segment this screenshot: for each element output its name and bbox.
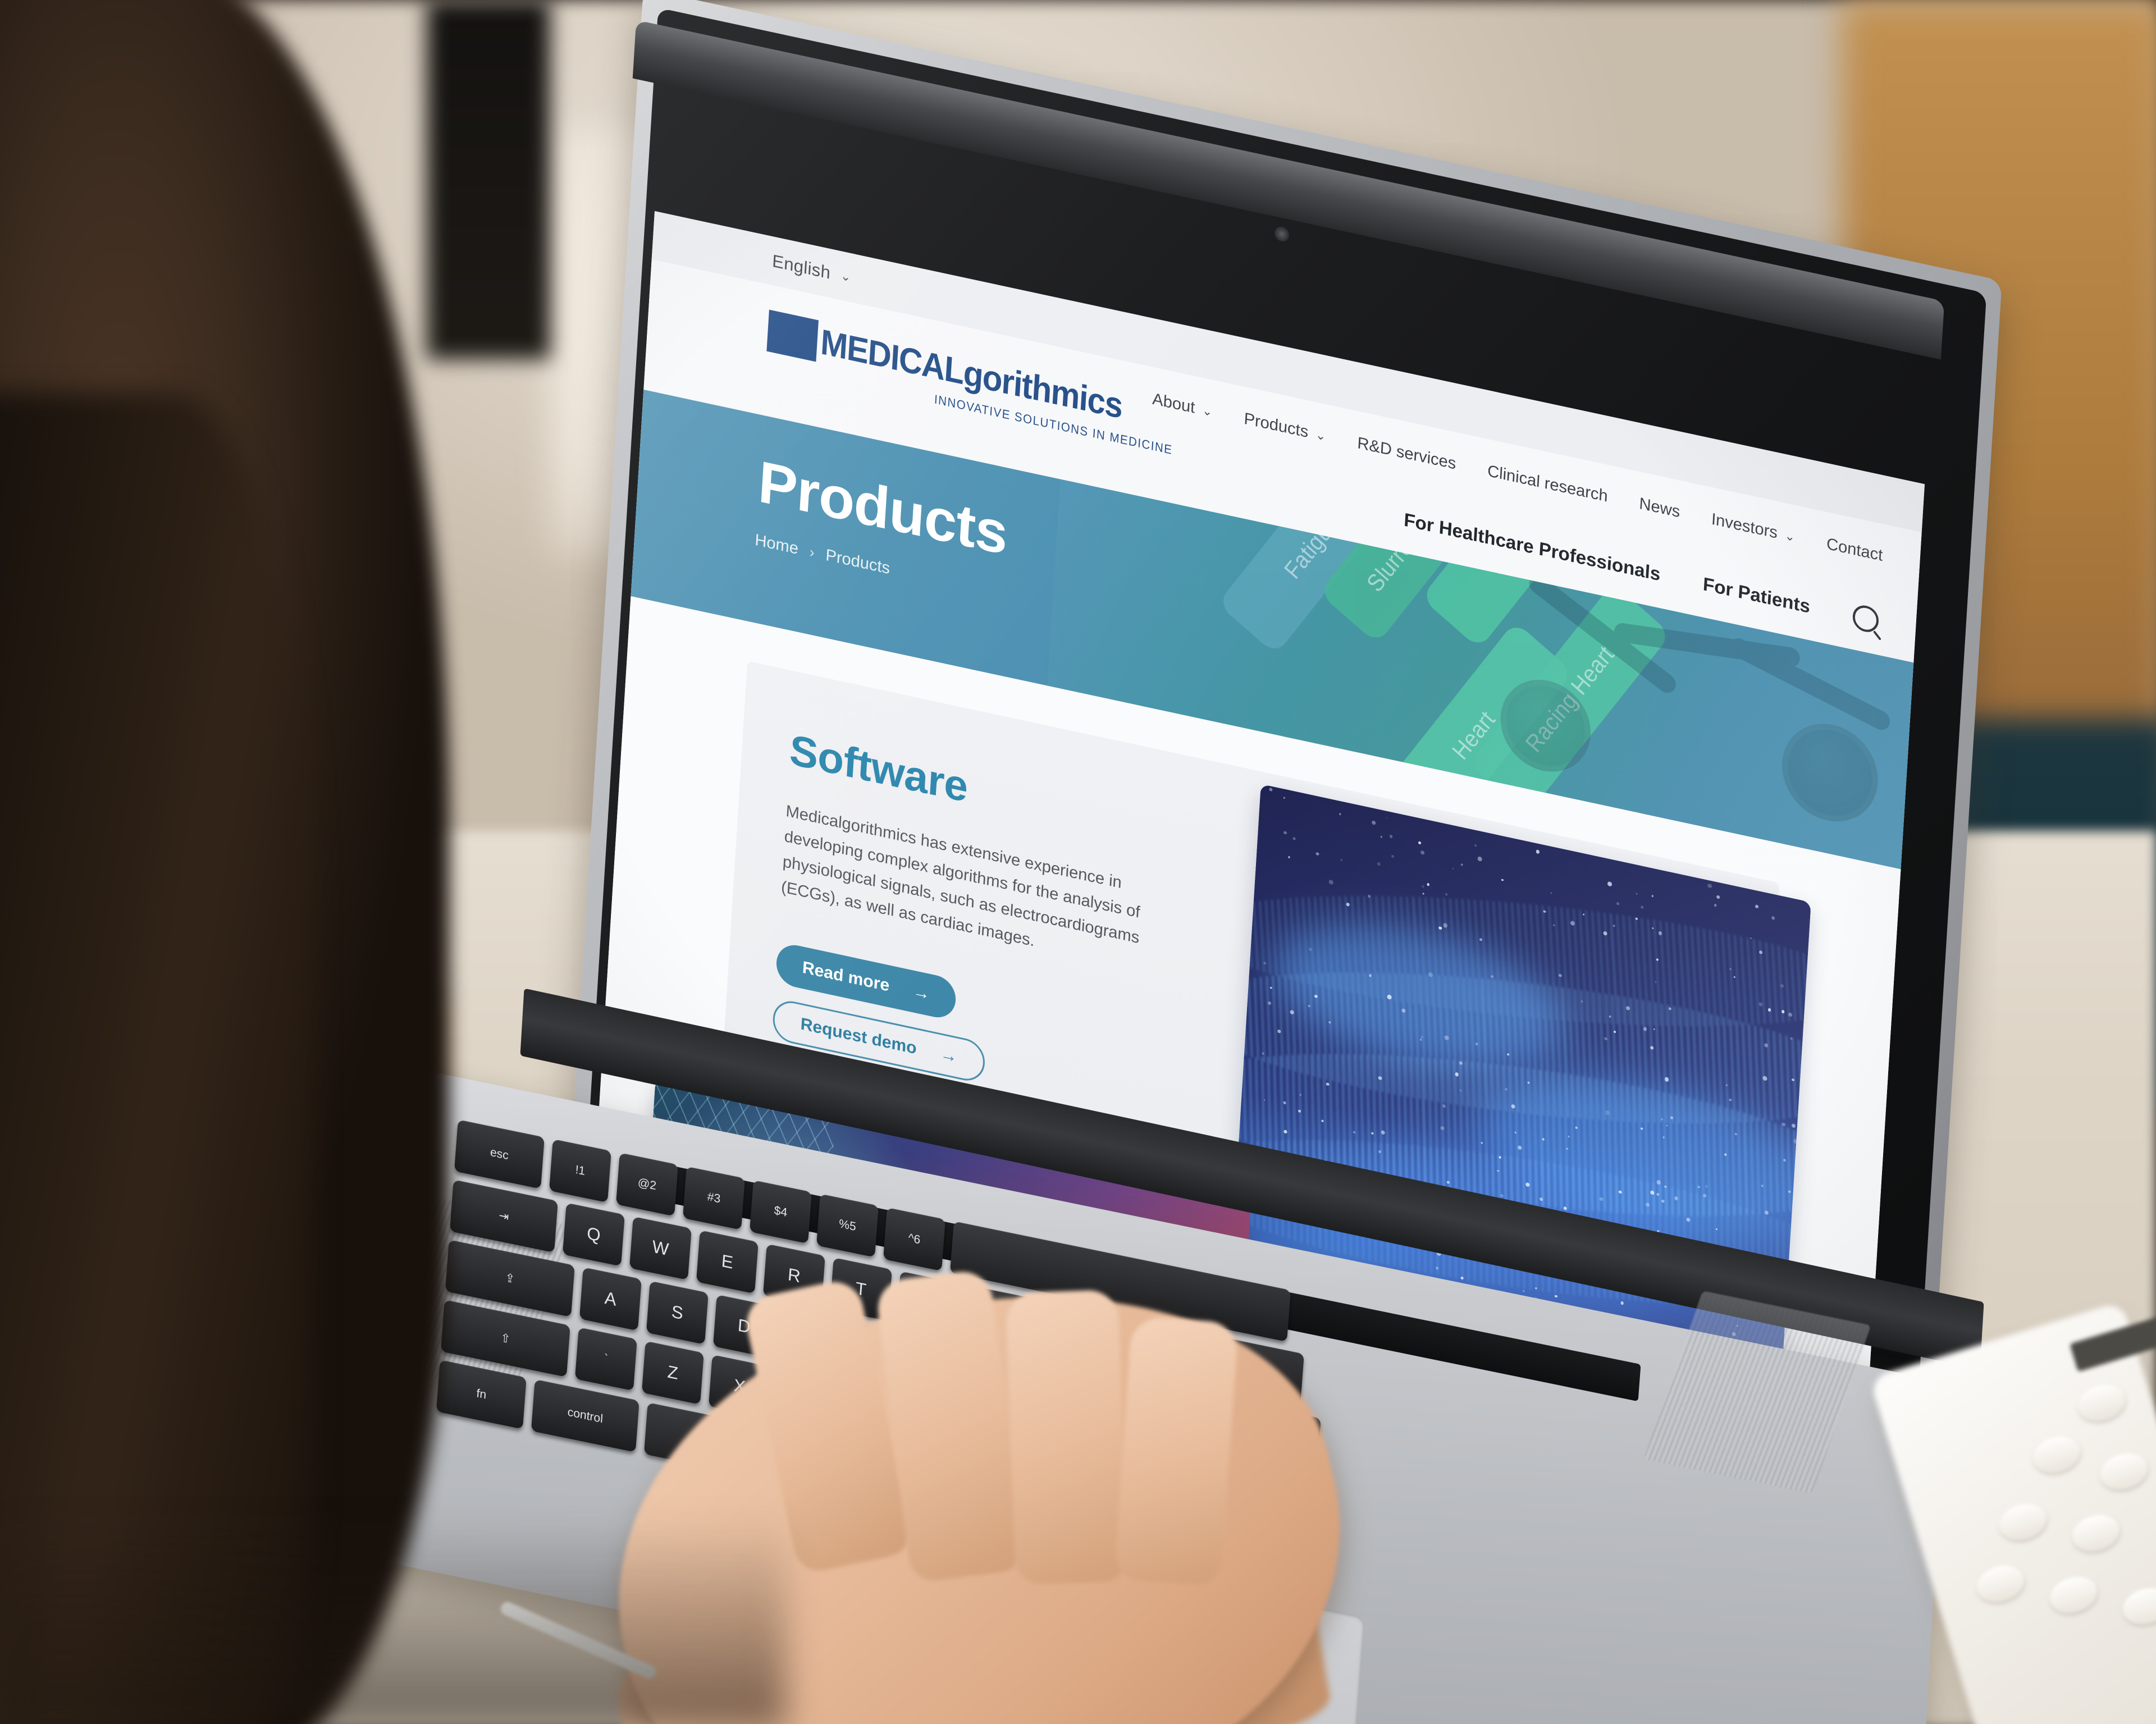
hair-foreground-2 xyxy=(0,393,314,1724)
key-tab[interactable]: ⇥ xyxy=(450,1179,558,1252)
nav-item-rd-services[interactable]: R&D services xyxy=(1357,434,1457,474)
key-e[interactable]: E xyxy=(696,1230,759,1293)
button-label: Read more xyxy=(802,958,890,995)
nav-item-investors[interactable]: Investors ⌄ xyxy=(1711,510,1796,547)
nav-item-products[interactable]: Products ⌄ xyxy=(1244,410,1327,446)
nav-item-contact[interactable]: Contact xyxy=(1826,535,1883,565)
breadcrumb-item-home[interactable]: Home xyxy=(754,531,798,559)
key-2[interactable]: @2 xyxy=(616,1153,678,1216)
key-5[interactable]: %5 xyxy=(816,1193,879,1257)
key-s[interactable]: S xyxy=(646,1281,709,1345)
chevron-down-icon: ⌄ xyxy=(840,269,851,284)
key-4[interactable]: $4 xyxy=(750,1180,812,1243)
arrow-right-icon: → xyxy=(940,1045,958,1066)
finger xyxy=(1114,1316,1239,1586)
breadcrumb-separator: › xyxy=(809,543,815,562)
finger xyxy=(1006,1289,1128,1585)
key-6[interactable]: ^6 xyxy=(883,1208,945,1271)
nav-label: Products xyxy=(1244,410,1309,442)
key-fn[interactable]: fn xyxy=(436,1360,527,1429)
key-w[interactable]: W xyxy=(629,1217,692,1280)
nav-item-for-patients[interactable]: For Patients xyxy=(1702,573,1811,618)
arrow-right-icon: → xyxy=(912,983,930,1003)
breadcrumb-item-products[interactable]: Products xyxy=(825,546,890,579)
logo-square-icon xyxy=(766,310,819,362)
key-3[interactable]: #3 xyxy=(683,1167,745,1230)
key-z[interactable]: Z xyxy=(642,1341,704,1405)
search-icon[interactable] xyxy=(1852,603,1880,634)
nav-label: Contact xyxy=(1826,535,1883,565)
nav-label: Investors xyxy=(1711,510,1778,543)
chevron-down-icon: ⌄ xyxy=(1202,404,1213,418)
nav-item-clinical-research[interactable]: Clinical research xyxy=(1487,462,1608,506)
language-selector[interactable]: English ⌄ xyxy=(771,251,852,288)
chevron-down-icon: ⌄ xyxy=(1784,529,1796,543)
key-a[interactable]: A xyxy=(579,1267,642,1330)
key-backtick[interactable]: ` xyxy=(575,1327,637,1391)
key-control[interactable]: control xyxy=(531,1379,640,1452)
nav-label: Clinical research xyxy=(1487,462,1608,506)
nav-label: R&D services xyxy=(1357,434,1457,474)
nav-label: News xyxy=(1639,495,1681,522)
chevron-down-icon: ⌄ xyxy=(1315,428,1326,442)
nav-item-news[interactable]: News xyxy=(1639,495,1681,522)
hero-text: Products Home › Products xyxy=(754,452,1008,603)
key-q[interactable]: Q xyxy=(563,1202,625,1266)
language-label: English xyxy=(771,251,831,283)
key-1[interactable]: !1 xyxy=(549,1139,611,1202)
